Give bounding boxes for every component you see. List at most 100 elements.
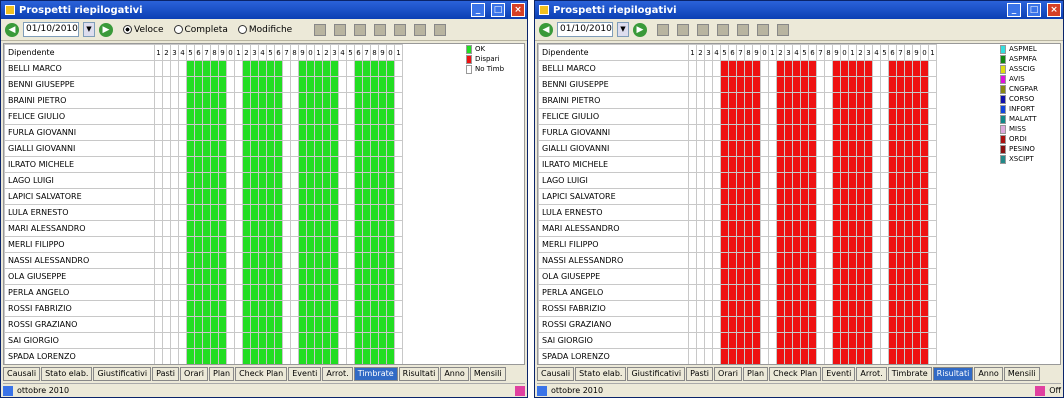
day-cell[interactable] [154,108,163,125]
day-cell[interactable] [202,284,211,301]
day-cell[interactable] [832,332,841,349]
day-cell[interactable] [274,92,283,109]
day-cell[interactable] [816,156,825,173]
day-cell[interactable] [330,268,339,285]
day-cell[interactable] [704,236,713,253]
day-cell[interactable] [720,348,729,364]
day-cell[interactable] [688,60,697,77]
day-cell[interactable] [226,156,235,173]
day-cell[interactable] [338,204,347,221]
day-cell[interactable] [688,316,697,333]
day-cell[interactable] [880,316,889,333]
day-cell[interactable] [809,365,817,366]
day-cell[interactable] [760,236,769,253]
day-cell[interactable] [394,204,403,221]
day-cell[interactable] [274,124,283,141]
day-cell[interactable] [242,92,251,109]
day-cell[interactable] [298,188,307,205]
day-cell[interactable] [888,268,897,285]
day-cell[interactable] [696,236,705,253]
day-cell[interactable] [816,300,825,317]
day-cell[interactable] [234,188,243,205]
day-cell[interactable] [808,156,817,173]
day-cell[interactable] [696,188,705,205]
settings-icon[interactable] [374,23,387,36]
day-cell[interactable] [808,204,817,221]
day-cell[interactable] [330,92,339,109]
day-cell[interactable] [370,188,379,205]
day-cell[interactable] [290,332,299,349]
day-cell[interactable] [696,60,705,77]
next-icon[interactable]: ▶ [99,22,113,37]
day-cell[interactable] [728,92,737,109]
day-cell[interactable] [370,348,379,364]
day-cell[interactable] [800,252,809,269]
day-cell[interactable] [912,252,921,269]
day-cell[interactable] [394,284,403,301]
table-row[interactable]: URBANI ANTONIO [5,365,403,366]
day-cell[interactable] [696,156,705,173]
day-cell[interactable] [162,124,171,141]
day-cell[interactable] [378,204,387,221]
day-cell[interactable] [776,60,785,77]
day-cell[interactable] [322,204,331,221]
day-cell[interactable] [178,316,187,333]
day-cell[interactable] [928,236,937,253]
day-cell[interactable] [832,108,841,125]
day-cell[interactable] [896,348,905,364]
day-cell[interactable] [808,332,817,349]
table-row[interactable]: SPADA LORENZO [4,348,403,364]
day-cell[interactable] [856,124,865,141]
day-cell[interactable] [824,108,833,125]
day-cell[interactable] [330,348,339,364]
day-cell[interactable] [728,316,737,333]
day-cell[interactable] [378,252,387,269]
day-cell[interactable] [712,92,721,109]
day-cell[interactable] [792,220,801,237]
maximize-button[interactable]: □ [1027,3,1041,17]
day-cell[interactable] [314,108,323,125]
day-cell[interactable] [712,348,721,364]
next-icon[interactable]: ▶ [633,22,647,37]
day-cell[interactable] [912,172,921,189]
day-cell[interactable] [322,316,331,333]
day-cell[interactable] [218,172,227,189]
tab[interactable]: Check Plan [235,367,288,381]
day-cell[interactable] [314,172,323,189]
day-cell[interactable] [848,300,857,317]
day-cell[interactable] [226,60,235,77]
day-cell[interactable] [242,236,251,253]
day-cell[interactable] [712,332,721,349]
day-cell[interactable] [186,284,195,301]
day-cell[interactable] [370,60,379,77]
day-cell[interactable] [768,348,777,364]
day-cell[interactable] [824,124,833,141]
day-cell[interactable] [864,76,873,93]
day-cell[interactable] [928,156,937,173]
day-cell[interactable] [768,188,777,205]
day-cell[interactable] [226,172,235,189]
day-cell[interactable] [282,188,291,205]
day-cell[interactable] [728,188,737,205]
day-cell[interactable] [928,92,937,109]
day-cell[interactable] [864,156,873,173]
day-cell[interactable] [856,284,865,301]
day-cell[interactable] [832,140,841,157]
day-cell[interactable] [880,92,889,109]
day-cell[interactable] [386,172,395,189]
day-cell[interactable] [728,236,737,253]
day-cell[interactable] [307,365,315,366]
day-cell[interactable] [371,365,379,366]
day-cell[interactable] [816,76,825,93]
day-cell[interactable] [218,268,227,285]
day-cell[interactable] [800,60,809,77]
day-cell[interactable] [242,76,251,93]
day-cell[interactable] [330,236,339,253]
day-cell[interactable] [258,188,267,205]
day-cell[interactable] [274,236,283,253]
day-cell[interactable] [929,365,937,366]
day-cell[interactable] [322,332,331,349]
day-cell[interactable] [689,365,697,366]
day-cell[interactable] [266,60,275,77]
tab[interactable]: Check Plan [769,367,822,381]
